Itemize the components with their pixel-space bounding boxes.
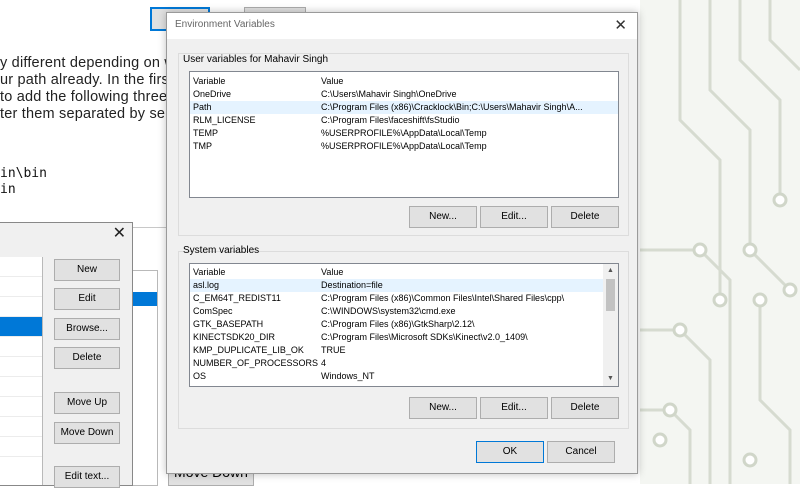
- table-row[interactable]: RLM_LICENSE C:\Program Files\faceshift\fs…: [190, 114, 618, 127]
- list-item[interactable]: [0, 297, 42, 317]
- table-row[interactable]: C_EM64T_REDIST11 C:\Program Files (x86)\C…: [190, 292, 618, 305]
- column-header-value[interactable]: Value: [321, 75, 343, 88]
- column-header-variable[interactable]: Variable: [193, 266, 225, 279]
- list-item[interactable]: [0, 257, 42, 277]
- scroll-down-icon[interactable]: ▼: [603, 372, 618, 386]
- browse-button[interactable]: Browse...: [54, 318, 120, 340]
- background-listbox: [131, 270, 158, 486]
- user-variables-table[interactable]: Variable Value OneDrive C:\Users\Mahavir …: [189, 71, 619, 198]
- doc-text-line: to add the following three va: [0, 89, 188, 105]
- variable-value: 4: [321, 358, 327, 368]
- variable-name: GTK_BASEPATH: [193, 319, 264, 329]
- variable-value: C:\Program Files (x86)\Cracklock\Bin;C:\…: [321, 102, 583, 112]
- system-variables-scrollbar[interactable]: ▲ ▼: [603, 264, 618, 386]
- dialog-title: Environment Variables: [175, 19, 275, 30]
- variable-value: C:\Program Files\faceshift\fsStudio: [321, 115, 460, 125]
- variable-value: TRUE: [321, 345, 346, 355]
- list-item[interactable]: [0, 377, 42, 397]
- list-item[interactable]: [0, 397, 42, 417]
- move-up-button[interactable]: Move Up: [54, 392, 120, 414]
- variable-name: Path: [193, 102, 212, 112]
- list-item[interactable]: [0, 357, 42, 377]
- variable-name: KINECTSDK20_DIR: [193, 332, 276, 342]
- table-row-selected[interactable]: asl.log Destination=file: [190, 279, 618, 292]
- variable-value: C:\Program Files (x86)\GtkSharp\2.12\: [321, 319, 475, 329]
- list-item[interactable]: [0, 417, 42, 437]
- system-variables-label: System variables: [183, 245, 260, 256]
- list-item[interactable]: [0, 437, 42, 457]
- table-row-selected[interactable]: Path C:\Program Files (x86)\Cracklock\Bin…: [190, 101, 618, 114]
- variable-value: C:\Users\Mahavir Singh\OneDrive: [321, 89, 457, 99]
- move-down-button[interactable]: Move Down: [54, 422, 120, 444]
- close-icon[interactable]: ✕: [113, 223, 126, 243]
- environment-variables-dialog: Environment Variables ✕ User variables f…: [166, 12, 638, 474]
- table-header: Variable Value: [190, 266, 618, 279]
- circuit-traces: [640, 0, 800, 484]
- system-delete-button[interactable]: Delete: [551, 397, 619, 419]
- path-entries-list[interactable]: [0, 257, 43, 485]
- variable-value: C:\Program Files\Microsoft SDKs\Kinect\v…: [321, 332, 528, 342]
- table-row[interactable]: ComSpec C:\WINDOWS\system32\cmd.exe: [190, 305, 618, 318]
- table-row[interactable]: KINECTSDK20_DIR C:\Program Files\Microsof…: [190, 331, 618, 344]
- variable-value: %USERPROFILE%\AppData\Local\Temp: [321, 128, 487, 138]
- system-new-button[interactable]: New...: [409, 397, 477, 419]
- user-edit-button[interactable]: Edit...: [480, 206, 548, 228]
- doc-text-line: ur path already. In the first tw: [0, 72, 193, 88]
- variable-name: TEMP: [193, 128, 219, 138]
- doc-code-line: in: [0, 182, 16, 197]
- table-row[interactable]: KMP_DUPLICATE_LIB_OK TRUE: [190, 344, 618, 357]
- delete-button[interactable]: Delete: [54, 347, 120, 369]
- cancel-button[interactable]: Cancel: [547, 441, 615, 463]
- variable-name: RLM_LICENSE: [193, 115, 256, 125]
- ok-button[interactable]: OK: [476, 441, 544, 463]
- variable-name: asl.log: [193, 280, 220, 290]
- scroll-up-icon[interactable]: ▲: [603, 264, 618, 278]
- variable-value: Destination=file: [321, 280, 383, 290]
- doc-text-line: y different depending on whe: [0, 55, 192, 71]
- variable-name: OneDrive: [193, 89, 232, 99]
- edit-environment-dialog: ✕ New Edit Browse... Delete Move Up Move…: [0, 222, 133, 488]
- table-header: Variable Value: [190, 75, 618, 88]
- close-icon[interactable]: ✕: [614, 16, 627, 34]
- variable-name: OS: [193, 371, 207, 381]
- variable-value: C:\WINDOWS\system32\cmd.exe: [321, 306, 456, 316]
- list-item[interactable]: [0, 337, 42, 357]
- user-variables-label: User variables for Mahavir Singh: [183, 54, 329, 65]
- variable-value: %USERPROFILE%\AppData\Local\Temp: [321, 141, 487, 151]
- variable-name: C_EM64T_REDIST11: [193, 293, 281, 303]
- list-item-selected[interactable]: [0, 317, 42, 337]
- user-new-button[interactable]: New...: [409, 206, 477, 228]
- variable-name: TMP: [193, 141, 212, 151]
- system-edit-button[interactable]: Edit...: [480, 397, 548, 419]
- variable-name: NUMBER_OF_PROCESSORS: [193, 358, 319, 368]
- table-row[interactable]: OneDrive C:\Users\Mahavir Singh\OneDrive: [190, 88, 618, 101]
- variable-name: KMP_DUPLICATE_LIB_OK: [193, 345, 304, 355]
- edit-text-button[interactable]: Edit text...: [54, 466, 120, 488]
- table-row[interactable]: OS Windows_NT: [190, 370, 618, 383]
- doc-text-line: ter them separated by semic: [0, 106, 189, 122]
- variable-name: ComSpec: [193, 306, 233, 316]
- column-header-variable[interactable]: Variable: [193, 75, 225, 88]
- scrollbar-thumb[interactable]: [606, 279, 615, 311]
- variable-value: Windows_NT: [321, 371, 375, 381]
- table-row[interactable]: TMP %USERPROFILE%\AppData\Local\Temp: [190, 140, 618, 153]
- list-item[interactable]: [0, 277, 42, 297]
- system-variables-table[interactable]: Variable Value asl.log Destination=file C…: [189, 263, 619, 387]
- variable-value: C:\Program Files (x86)\Common Files\Inte…: [321, 293, 565, 303]
- table-row[interactable]: GTK_BASEPATH C:\Program Files (x86)\GtkSh…: [190, 318, 618, 331]
- new-button[interactable]: New: [54, 259, 120, 281]
- column-header-value[interactable]: Value: [321, 266, 343, 279]
- background-list-selection: [132, 292, 157, 306]
- user-delete-button[interactable]: Delete: [551, 206, 619, 228]
- dialog-titlebar: Environment Variables ✕: [167, 13, 637, 39]
- circuit-background: [640, 0, 800, 484]
- edit-button[interactable]: Edit: [54, 288, 120, 310]
- doc-code-line: in\bin: [0, 166, 47, 181]
- table-row[interactable]: NUMBER_OF_PROCESSORS 4: [190, 357, 618, 370]
- table-row[interactable]: TEMP %USERPROFILE%\AppData\Local\Temp: [190, 127, 618, 140]
